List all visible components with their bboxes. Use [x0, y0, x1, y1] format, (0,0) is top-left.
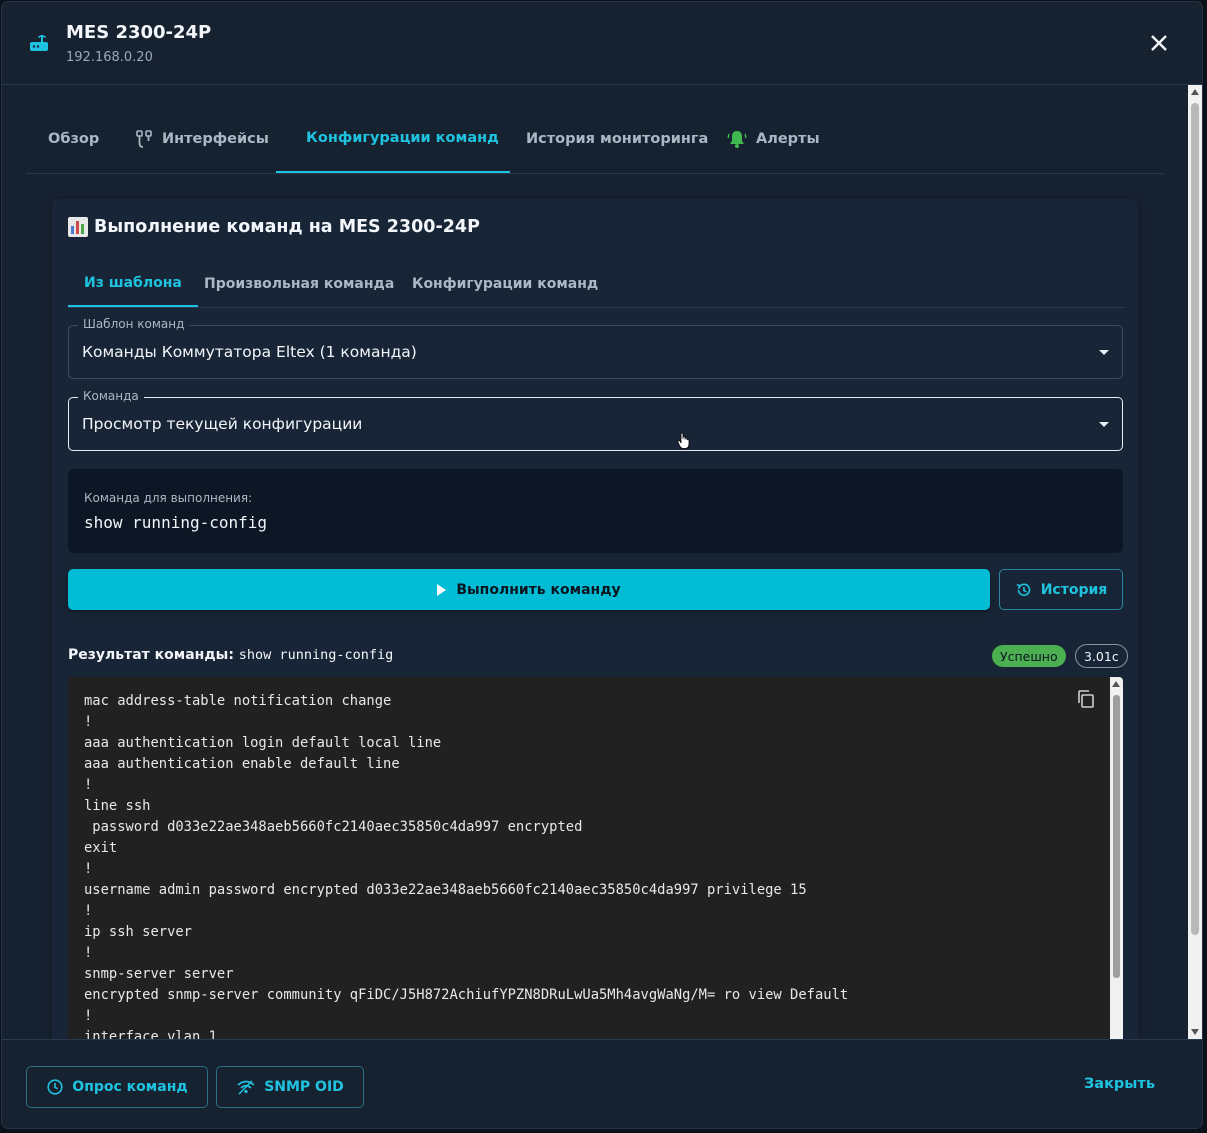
poll-commands-button[interactable]: Опрос команд: [26, 1066, 208, 1108]
command-preview-text: show running-config: [84, 513, 268, 532]
hand-cursor-icon: [677, 432, 690, 449]
dialog-scrollbar-thumb[interactable]: [1191, 103, 1199, 935]
device-title: MES 2300-24P: [66, 22, 212, 43]
command-execution-card: Выполнение команд на MES 2300-24P Из шаб…: [52, 199, 1138, 1039]
scroll-up-icon[interactable]: [1112, 681, 1120, 687]
subtab-command-configs[interactable]: Конфигурации команд: [396, 261, 614, 307]
tab-overview[interactable]: Обзор: [26, 105, 121, 173]
template-select-value: Команды Коммутатора Eltex (1 команда): [82, 343, 417, 361]
output-scrollbar-thumb[interactable]: [1113, 695, 1120, 978]
close-icon[interactable]: [1146, 30, 1172, 56]
dialog-scrollbar[interactable]: [1188, 85, 1202, 1039]
snmp-oid-button[interactable]: SNMP OID: [216, 1066, 364, 1108]
command-select-label: Команда: [78, 389, 144, 403]
command-preview: Команда для выполнения: show running-con…: [68, 469, 1123, 553]
status-badge: Успешно: [992, 645, 1066, 667]
command-select-value: Просмотр текущей конфигурации: [82, 415, 363, 433]
execute-command-button[interactable]: Выполнить команду: [68, 569, 990, 610]
play-icon: [437, 583, 447, 596]
bar-chart-icon: [68, 217, 88, 237]
close-button[interactable]: Закрыть: [1076, 1076, 1163, 1092]
scroll-down-icon[interactable]: [1191, 1029, 1199, 1035]
output-scrollbar[interactable]: [1110, 677, 1123, 1039]
main-tabs: Обзор Интерфейсы Конфигурации команд Ист…: [26, 105, 1164, 174]
router-icon: [30, 35, 48, 51]
copy-icon[interactable]: [1076, 689, 1096, 709]
result-command: show running-config: [238, 647, 394, 663]
subtab-from-template[interactable]: Из шаблона: [68, 261, 198, 307]
tab-interfaces[interactable]: Интерфейсы: [112, 105, 291, 173]
dialog-footer: Опрос команд SNMP OID Закрыть: [2, 1039, 1202, 1128]
device-dialog: MES 2300-24P 192.168.0.20 Обзор Интерфей…: [2, 2, 1202, 1128]
history-button[interactable]: История: [999, 569, 1123, 610]
device-ip: 192.168.0.20: [66, 50, 153, 65]
dialog-header: MES 2300-24P 192.168.0.20: [2, 2, 1202, 85]
cable-icon: [136, 130, 152, 148]
card-title: Выполнение команд на MES 2300-24P: [68, 217, 480, 237]
tab-command-configs[interactable]: Конфигурации команд: [276, 105, 510, 173]
wifi-icon: [237, 1080, 255, 1095]
result-heading: Результат команды: show running-config: [68, 647, 394, 663]
template-select-label: Шаблон команд: [78, 317, 190, 331]
tab-alerts[interactable]: Алерты: [704, 105, 842, 173]
command-output: mac address-table notification change ! …: [68, 677, 1123, 1039]
scroll-up-icon[interactable]: [1191, 89, 1199, 95]
template-select[interactable]: Шаблон команд Команды Коммутатора Eltex …: [68, 317, 1123, 379]
command-select[interactable]: Команда Просмотр текущей конфигурации: [68, 389, 1123, 451]
dialog-content: Обзор Интерфейсы Конфигурации команд Ист…: [2, 85, 1202, 1039]
command-preview-label: Команда для выполнения:: [84, 491, 253, 505]
chevron-down-icon: [1099, 350, 1109, 355]
duration-badge: 3.01с: [1075, 644, 1128, 668]
clock-icon: [47, 1079, 63, 1095]
subtab-custom-command[interactable]: Произвольная команда: [188, 261, 410, 307]
command-output-text: mac address-table notification change ! …: [84, 693, 849, 1039]
tab-monitoring-history[interactable]: История мониторинга: [504, 105, 730, 173]
command-subtabs: Из шаблона Произвольная команда Конфигур…: [68, 261, 1124, 308]
chevron-down-icon: [1099, 422, 1109, 427]
history-icon: [1016, 583, 1030, 596]
bell-icon: [727, 131, 747, 148]
